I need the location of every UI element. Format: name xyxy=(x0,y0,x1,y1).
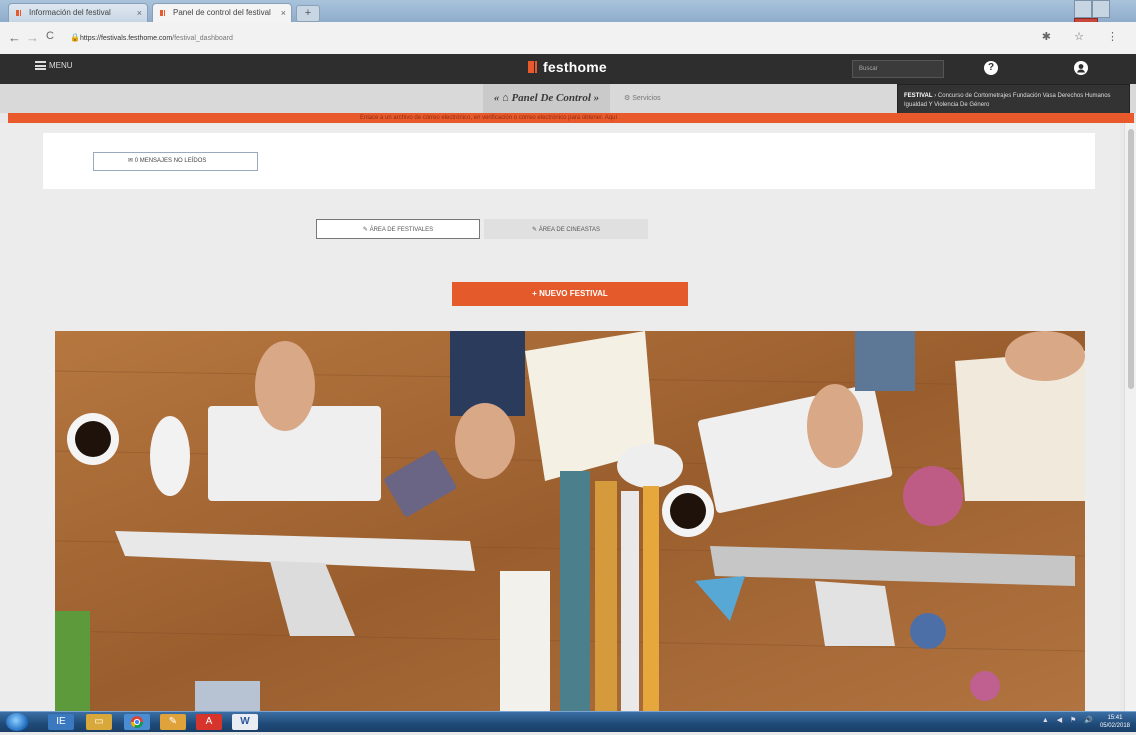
scrollbar-thumb[interactable] xyxy=(1128,129,1134,389)
page-scrollbar[interactable] xyxy=(1124,123,1136,711)
envelope-icon: ✉ xyxy=(128,158,134,164)
taskbar-app-word[interactable]: W xyxy=(232,714,258,730)
forward-button[interactable]: → xyxy=(26,30,39,45)
notice-text[interactable]: Enlace a un archivo de correo electrónic… xyxy=(360,113,617,123)
panel-label: Panel De Control xyxy=(511,92,591,104)
suffix: » xyxy=(593,92,600,104)
back-button[interactable]: ← xyxy=(8,30,21,45)
festhome-favicon-icon xyxy=(16,10,21,16)
unread-messages-button[interactable]: ✉ 0 MENSAJES NO LEÍDOS xyxy=(93,152,258,171)
close-tab-icon[interactable]: × xyxy=(137,4,142,22)
url-path: /festival_dashboard xyxy=(172,35,233,42)
tab-label: ÁREA DE FESTIVALES xyxy=(369,227,434,233)
festhome-logo-icon xyxy=(528,59,540,75)
lock-icon: 🔒 xyxy=(70,33,80,42)
windows-taskbar: IE ▭ ✎ A W ▲ ◀ ⚑ 🔊 15:41 05/02/2018 xyxy=(0,711,1136,732)
services-icon: ⚙ xyxy=(624,95,631,102)
tab-festival-area[interactable]: ✎ ÁREA DE FESTIVALES xyxy=(316,219,480,239)
prefix: « xyxy=(493,92,500,104)
logo-text: festhome xyxy=(543,59,607,75)
url-input[interactable]: 🔒 https://festivals.festhome.com/festiva… xyxy=(70,29,1070,47)
window-controls xyxy=(1074,0,1132,36)
tab-title: Información del festival xyxy=(29,8,111,17)
taskbar-app-pdf[interactable]: A xyxy=(196,714,222,730)
control-panel-link[interactable]: « ⌂ Panel De Control » xyxy=(483,84,610,113)
word-icon: W xyxy=(240,716,250,727)
taskbar-clock[interactable]: 15:41 05/02/2018 xyxy=(1100,714,1130,730)
services-label: Servicios xyxy=(632,95,661,102)
new-festival-button[interactable]: + NUEVO FESTIVAL xyxy=(452,282,688,306)
edit-icon: ✎ xyxy=(362,227,368,233)
notice-bar: Enlace a un archivo de correo electrónic… xyxy=(8,113,1134,123)
hamburger-icon xyxy=(35,61,46,70)
browser-tab-dashboard[interactable]: Panel de control del festival × xyxy=(152,3,292,22)
festival-tag: FESTIVAL xyxy=(904,93,933,99)
tab-title: Panel de control del festival xyxy=(173,8,271,17)
minimize-button[interactable] xyxy=(1074,0,1092,18)
browser-tab-strip: Información del festival × Panel de cont… xyxy=(0,0,1136,36)
unread-messages-label: 0 MENSAJES NO LEÍDOS xyxy=(134,158,207,164)
system-tray-icons[interactable]: ▲ ◀ ⚑ 🔊 xyxy=(1042,716,1096,724)
hero-desk-image xyxy=(55,331,1085,711)
search-input[interactable]: Buscar xyxy=(852,60,944,78)
user-silhouette-icon xyxy=(1077,64,1085,73)
taskbar-app-paint[interactable]: ✎ xyxy=(160,714,186,730)
folder-icon: ▭ xyxy=(94,716,104,727)
main-content: ✉ 0 MENSAJES NO LEÍDOS ✎ ÁREA DE FESTIVA… xyxy=(0,123,1120,711)
menu-button[interactable]: MENU xyxy=(35,61,73,70)
help-icon[interactable]: ? xyxy=(984,61,998,75)
clock-date: 05/02/2018 xyxy=(1099,723,1130,729)
site-header: MENU festhome Buscar ? xyxy=(0,54,1136,84)
taskbar-app-chrome[interactable] xyxy=(124,714,150,730)
new-tab-button[interactable]: + xyxy=(296,5,320,22)
address-bar: ← → C 🔒 https://festivals.festhome.com/f… xyxy=(0,22,1136,55)
home-icon: ⌂ xyxy=(502,92,509,104)
browser-tab-info[interactable]: Información del festival × xyxy=(8,3,148,22)
festhome-favicon-icon xyxy=(160,10,165,16)
reload-button[interactable]: C xyxy=(46,30,54,42)
paint-icon: ✎ xyxy=(168,716,178,727)
festhome-logo[interactable]: festhome xyxy=(528,59,607,75)
edit-icon: ✎ xyxy=(532,227,538,233)
taskbar-app-ie[interactable]: IE xyxy=(48,714,74,730)
messages-card: ✉ 0 MENSAJES NO LEÍDOS xyxy=(43,133,1095,189)
maximize-button[interactable] xyxy=(1092,0,1110,18)
pdf-icon: A xyxy=(205,716,213,727)
chrome-icon xyxy=(131,716,143,729)
close-tab-icon[interactable]: × xyxy=(281,4,286,22)
menu-label: MENU xyxy=(49,61,73,70)
tab-label: ÁREA DE CINEASTAS xyxy=(538,227,600,233)
url-host: https://festivals.festhome.com xyxy=(79,35,173,42)
services-link[interactable]: ⚙ Servicios xyxy=(624,84,661,113)
account-icon[interactable] xyxy=(1074,61,1088,75)
clock-time: 15:41 xyxy=(1107,715,1123,721)
festival-name: › Concurso de Cortometrajes Fundación Va… xyxy=(904,93,1111,108)
start-button[interactable] xyxy=(6,713,28,731)
browser-menu-icons[interactable]: ✱ ☆ ⋮ xyxy=(1042,30,1128,43)
tab-filmmaker-area[interactable]: ✎ ÁREA DE CINEASTAS xyxy=(484,219,648,239)
taskbar-app-explorer[interactable]: ▭ xyxy=(86,714,112,730)
